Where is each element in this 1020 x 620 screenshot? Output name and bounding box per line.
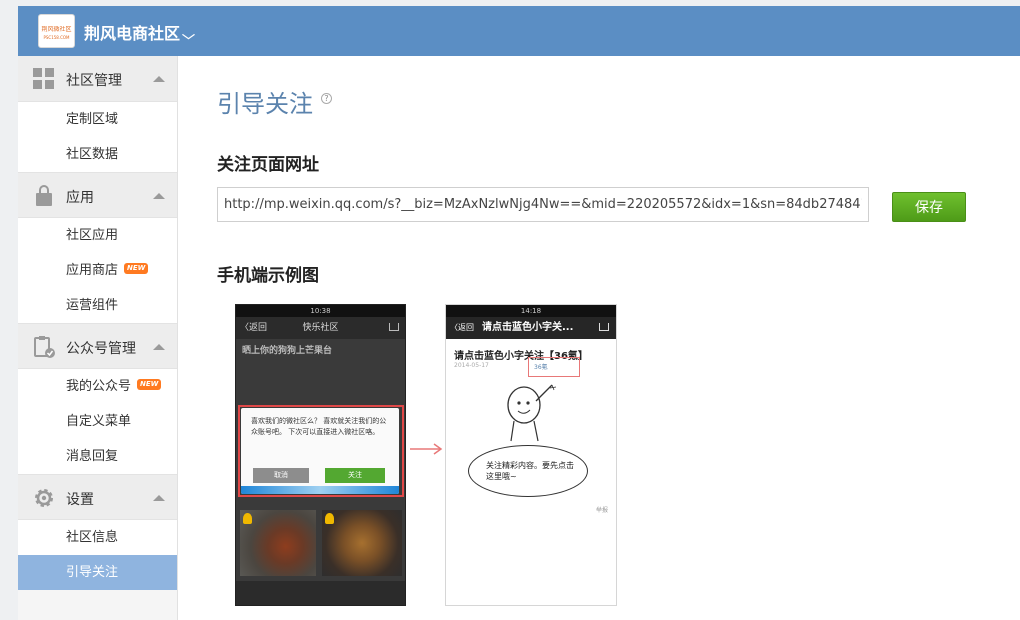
- save-button[interactable]: 保存: [892, 192, 966, 222]
- arrow-right-icon: [410, 443, 443, 455]
- phone-nav-bar: 〈返回 请点击蓝色小字关...: [446, 317, 616, 339]
- example-screenshot-article: 14:18 〈返回 请点击蓝色小字关... 请点击蓝色小字关注【36氪】 201…: [445, 304, 617, 606]
- example-screenshot-community: 10:38 〈返回 快乐社区 晒上你的狗狗上芒果台 喜欢我们的微社区么？ 喜欢就…: [235, 304, 406, 606]
- url-section-label: 关注页面网址: [217, 155, 319, 175]
- follow-dialog: 喜欢我们的微社区么？ 喜欢就关注我们的公众账号吧。 下次可以直接进入微社区咯。 …: [241, 408, 399, 494]
- community-logo[interactable]: 荆风微社区 PSC158.COM: [38, 14, 75, 48]
- collapse-arrow-icon[interactable]: [153, 76, 165, 82]
- follow-dialog-text: 喜欢我们的微社区么？ 喜欢就关注我们的公众账号吧。 下次可以直接进入微社区咯。: [251, 417, 387, 436]
- cartoon-character-icon: [507, 384, 557, 442]
- sidebar-item-community-info[interactable]: 社区信息: [18, 520, 177, 555]
- sidebar-item-community-apps[interactable]: 社区应用: [18, 218, 177, 253]
- clipboard-check-icon: [34, 336, 55, 358]
- bulb-icon: [325, 513, 334, 524]
- sidebar-group-apps[interactable]: 应用: [18, 172, 177, 218]
- sidebar-item-label: 应用商店: [66, 263, 119, 278]
- app-window: 荆风微社区 PSC158.COM 荆风电商社区 ⌵ 社区管理 定制区域 社区数据 …: [18, 6, 1020, 620]
- phone-post-title: 晒上你的狗狗上芒果台: [242, 346, 333, 356]
- phone-nav-bar: 〈返回 快乐社区: [236, 317, 405, 339]
- wave-decoration: [241, 486, 399, 494]
- share-icon: [599, 323, 609, 331]
- sidebar-item-message-reply[interactable]: 消息回复: [18, 439, 177, 474]
- help-icon[interactable]: ?: [321, 93, 332, 104]
- sidebar-group-label: 应用: [66, 190, 94, 206]
- sidebar-item-my-accounts[interactable]: 我的公众号 NEW: [18, 369, 177, 404]
- sidebar-group-label: 社区管理: [66, 73, 122, 89]
- community-title: 荆风电商社区: [84, 24, 181, 43]
- collapse-arrow-icon[interactable]: [153, 344, 165, 350]
- sidebar-item-label: 我的公众号: [66, 379, 132, 394]
- sidebar-group-community-management[interactable]: 社区管理: [18, 56, 177, 102]
- phone-nav-title: 请点击蓝色小字关...: [482, 322, 574, 333]
- sidebar-group-label: 设置: [66, 492, 94, 508]
- share-icon: [389, 323, 399, 331]
- sidebar-item-operation-widgets[interactable]: 运营组件: [18, 288, 177, 323]
- report-link: 举报: [595, 507, 608, 514]
- main-content: 引导关注 ? 关注页面网址 保存 手机端示例图 10:38 〈返回 快乐社区 晒…: [217, 56, 1007, 620]
- highlighted-account-link: 36氪: [534, 364, 548, 371]
- dog-photo: [240, 510, 316, 576]
- bag-icon: [36, 185, 52, 206]
- sidebar-item-custom-menu[interactable]: 自定义菜单: [18, 404, 177, 439]
- phone-status-bar: 14:18: [446, 305, 616, 317]
- speech-bubble-text: 关注精彩内容。要先点击这里哦~: [486, 461, 574, 481]
- new-badge: NEW: [137, 379, 162, 390]
- phone-bottom-bar: [236, 581, 405, 605]
- logo-text: 荆风微社区: [41, 26, 72, 33]
- collapse-arrow-icon[interactable]: [153, 495, 165, 501]
- dog-photo: [322, 510, 402, 576]
- community-switcher[interactable]: 荆风电商社区 ⌵: [84, 20, 195, 44]
- gear-icon: [35, 489, 53, 507]
- follow-url-input[interactable]: [217, 187, 869, 222]
- collapse-arrow-icon[interactable]: [153, 193, 165, 199]
- phone-post: 晒上你的狗狗上芒果台: [242, 345, 399, 357]
- bulb-icon: [243, 513, 252, 524]
- page-title: 引导关注: [217, 90, 313, 118]
- chevron-down-icon: ⌵: [182, 28, 195, 42]
- phone-nav-title: 快乐社区: [302, 323, 339, 333]
- dialog-cancel-button: 取消: [253, 468, 309, 483]
- sidebar-item-app-store[interactable]: 应用商店 NEW: [18, 253, 177, 288]
- grid-icon: [33, 68, 54, 89]
- sidebar: 社区管理 定制区域 社区数据 应用 社区应用 应用商店 NEW 运营组件 公众号管: [18, 56, 178, 620]
- article-date: 2014-05-17: [454, 362, 489, 369]
- sidebar-item-community-data[interactable]: 社区数据: [18, 137, 177, 172]
- sidebar-group-label: 公众号管理: [66, 341, 136, 357]
- new-badge: NEW: [124, 263, 149, 274]
- phone-back-label: 〈返回: [450, 323, 474, 332]
- dialog-follow-button: 关注: [325, 468, 385, 483]
- phone-status-bar: 10:38: [236, 305, 405, 317]
- top-bar: 荆风微社区 PSC158.COM 荆风电商社区 ⌵: [18, 6, 1020, 56]
- logo-subtext: PSC158.COM: [43, 35, 70, 40]
- sidebar-group-settings[interactable]: 设置: [18, 474, 177, 520]
- example-section-label: 手机端示例图: [217, 266, 319, 286]
- sidebar-item-guide-follow[interactable]: 引导关注: [18, 555, 177, 590]
- sidebar-item-custom-area[interactable]: 定制区域: [18, 102, 177, 137]
- sidebar-group-official-accounts[interactable]: 公众号管理: [18, 323, 177, 369]
